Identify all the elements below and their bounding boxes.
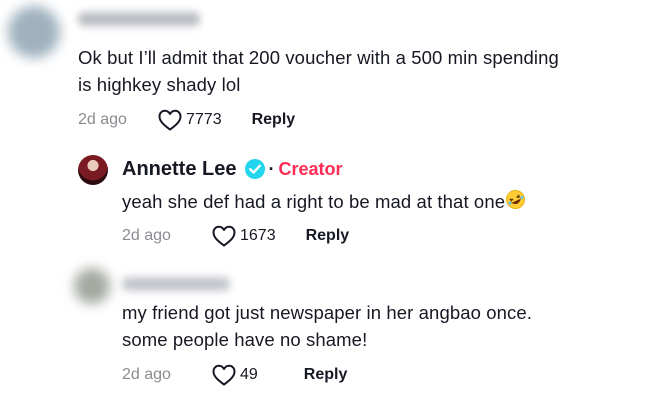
heart-icon xyxy=(212,225,236,247)
like-button[interactable]: 1673 xyxy=(212,225,276,247)
comment-text-line: Ok but I’ll admit that 200 voucher with … xyxy=(78,47,559,68)
comment-text-line: is highkey shady lol xyxy=(78,74,241,95)
avatar[interactable] xyxy=(8,6,60,58)
like-button[interactable]: 49 xyxy=(212,364,258,386)
author-name-blurred[interactable] xyxy=(78,12,200,26)
comment-text-line: some people have no shame! xyxy=(122,329,368,350)
reply-button[interactable]: Reply xyxy=(304,366,348,384)
rolling-on-floor-laughing-icon xyxy=(505,189,526,210)
heart-icon xyxy=(158,109,182,131)
like-button[interactable]: 7773 xyxy=(158,109,222,131)
heart-icon xyxy=(212,364,236,386)
comment-text: Ok but I’ll admit that 200 voucher with … xyxy=(78,44,559,98)
comment-text-line: yeah she def had a right to be mad at th… xyxy=(122,191,506,212)
comments-page: Ok but I’ll admit that 200 voucher with … xyxy=(0,0,656,401)
comment-meta: 2d ago 49 Reply xyxy=(122,363,347,387)
comment-text: yeah she def had a right to be mad at th… xyxy=(122,188,526,215)
author-row: Annette Lee · Creator xyxy=(122,155,343,183)
creator-badge: Creator xyxy=(278,158,343,179)
avatar[interactable] xyxy=(74,268,110,304)
comment-meta: 2d ago 7773 Reply xyxy=(78,108,295,132)
author-name[interactable]: Annette Lee xyxy=(122,158,236,181)
reply-button[interactable]: Reply xyxy=(252,111,296,129)
comment-text-line: my friend got just newspaper in her angb… xyxy=(122,302,532,323)
comment-meta: 2d ago 1673 Reply xyxy=(122,224,349,248)
verified-badge-icon xyxy=(244,158,266,180)
like-count: 49 xyxy=(240,366,258,383)
like-count: 7773 xyxy=(186,111,222,128)
reply-button[interactable]: Reply xyxy=(306,227,350,245)
like-count: 1673 xyxy=(240,227,276,244)
comment-date: 2d ago xyxy=(122,366,171,383)
comment-date: 2d ago xyxy=(122,227,171,244)
separator-dot: · xyxy=(268,158,275,179)
author-name-blurred[interactable] xyxy=(122,277,230,291)
comment-text: my friend got just newspaper in her angb… xyxy=(122,299,532,353)
comment-date: 2d ago xyxy=(78,111,127,128)
avatar[interactable] xyxy=(78,155,108,185)
